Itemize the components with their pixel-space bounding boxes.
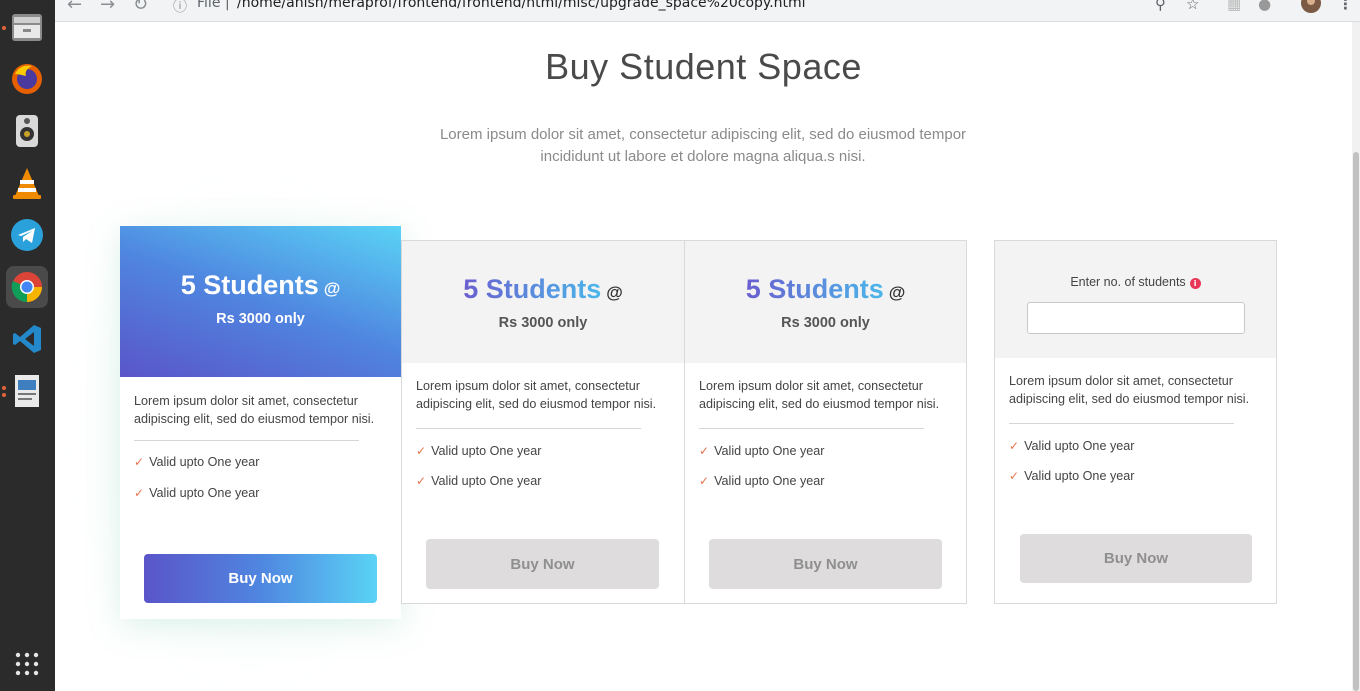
feature-item: ✓ Valid upto One year (416, 444, 542, 458)
plan-header: 5 Students @ Rs 3000 only (685, 241, 966, 363)
grid-icon[interactable] (6, 643, 48, 685)
speaker-icon[interactable] (6, 110, 48, 152)
plan-price: Rs 3000 only (498, 315, 588, 331)
page-scrollbar[interactable] (1352, 22, 1360, 691)
feature-item: ✓ Valid upto One year (699, 444, 825, 458)
feature-item: ✓ Valid upto One year (1009, 439, 1135, 453)
page-content: Buy Student Space Lorem ipsum dolor sit … (55, 22, 1352, 691)
buy-now-button[interactable]: Buy Now (426, 539, 659, 589)
plan-header: 5 Students @ Rs 3000 only (402, 241, 684, 363)
divider (699, 428, 924, 429)
buy-now-button[interactable]: Buy Now (1020, 534, 1252, 583)
feature-item: ✓ Valid upto One year (134, 455, 260, 469)
plan-card-featured: 5 Students @ Rs 3000 only Lorem ipsum dol… (120, 226, 401, 619)
plan-card: 5 Students @ Rs 3000 only Lorem ipsum dol… (401, 240, 685, 604)
check-icon: ✓ (134, 455, 145, 469)
at-symbol: @ (888, 283, 906, 302)
at-symbol: @ (606, 283, 623, 302)
bookmark-star-icon[interactable]: ☆ (1186, 0, 1199, 13)
buy-now-button[interactable]: Buy Now (709, 539, 942, 589)
plan-description: Lorem ipsum dolor sit amet, consectetur … (416, 379, 657, 411)
check-icon: ✓ (416, 444, 427, 458)
telegram-icon[interactable] (6, 214, 48, 256)
plan-price: Rs 3000 only (781, 315, 870, 331)
feature-item: ✓ Valid upto One year (1009, 469, 1135, 483)
avatar[interactable] (1301, 0, 1321, 17)
plan-price: Rs 3000 only (216, 311, 305, 327)
feature-item: ✓ Valid upto One year (416, 474, 542, 488)
check-icon: ✓ (699, 474, 710, 488)
at-symbol: @ (323, 279, 341, 298)
plan-description: Lorem ipsum dolor sit amet, consectetur … (134, 394, 375, 426)
plan-description: Lorem ipsum dolor sit amet, consectetur … (1009, 374, 1250, 406)
check-icon: ✓ (134, 486, 145, 500)
feature-item: ✓ Valid upto One year (134, 486, 260, 500)
buy-now-button[interactable]: Buy Now (144, 554, 377, 603)
page-title: Buy Student Space (545, 46, 862, 87)
forward-arrow-icon[interactable]: → (100, 0, 115, 15)
chrome-icon[interactable] (6, 266, 48, 308)
extension-icon[interactable]: ▦ (1227, 0, 1241, 13)
students-count-label: Enter no. of students (1070, 275, 1186, 289)
firefox-icon[interactable] (6, 58, 48, 100)
plan-card: 5 Students @ Rs 3000 only Lorem ipsum dol… (684, 240, 967, 604)
check-icon: ✓ (699, 444, 710, 458)
scrollbar-thumb[interactable] (1353, 152, 1359, 691)
divider (1009, 423, 1234, 424)
url-scheme: File (197, 0, 221, 11)
extension-cookie-icon[interactable]: ● (1258, 0, 1271, 13)
back-arrow-icon[interactable]: ← (67, 0, 82, 15)
menu-dots-icon[interactable]: ⋮ (1338, 0, 1353, 13)
document-viewer-icon[interactable] (6, 370, 48, 412)
browser-toolbar: ← → ↻ ⓘ File | /home/anish/meraprof/fron… (55, 0, 1360, 22)
files-icon[interactable] (6, 6, 48, 48)
check-icon: ✓ (416, 474, 427, 488)
zoom-icon[interactable]: ⚲ (1155, 0, 1166, 13)
vlc-icon[interactable] (6, 162, 48, 204)
custom-plan-card: Enter no. of students i Lorem ipsum dolor… (994, 240, 1277, 604)
url-separator: | (225, 0, 230, 11)
divider (416, 428, 641, 429)
plan-students: 5 Students (463, 274, 602, 304)
plan-header: Enter no. of students i (995, 241, 1276, 358)
students-count-input[interactable] (1027, 302, 1245, 334)
feature-item: ✓ Valid upto One year (699, 474, 825, 488)
vscode-icon[interactable] (6, 318, 48, 360)
divider (134, 440, 359, 441)
check-icon: ✓ (1009, 469, 1020, 483)
reload-icon[interactable]: ↻ (133, 0, 148, 15)
info-icon[interactable]: i (1189, 278, 1201, 289)
plan-description: Lorem ipsum dolor sit amet, consectetur … (699, 379, 940, 411)
plan-students: 5 Students (745, 274, 884, 304)
ubuntu-dock (0, 0, 55, 691)
check-icon: ✓ (1009, 439, 1020, 453)
info-circle-icon[interactable]: ⓘ (173, 0, 187, 16)
plan-students: 5 Students (180, 270, 319, 300)
page-subtitle: Lorem ipsum dolor sit amet, consectetur … (439, 126, 967, 165)
address-bar[interactable]: /home/anish/meraprof/frontend/frontend/h… (237, 0, 806, 11)
plan-header: 5 Students @ Rs 3000 only (120, 226, 401, 377)
